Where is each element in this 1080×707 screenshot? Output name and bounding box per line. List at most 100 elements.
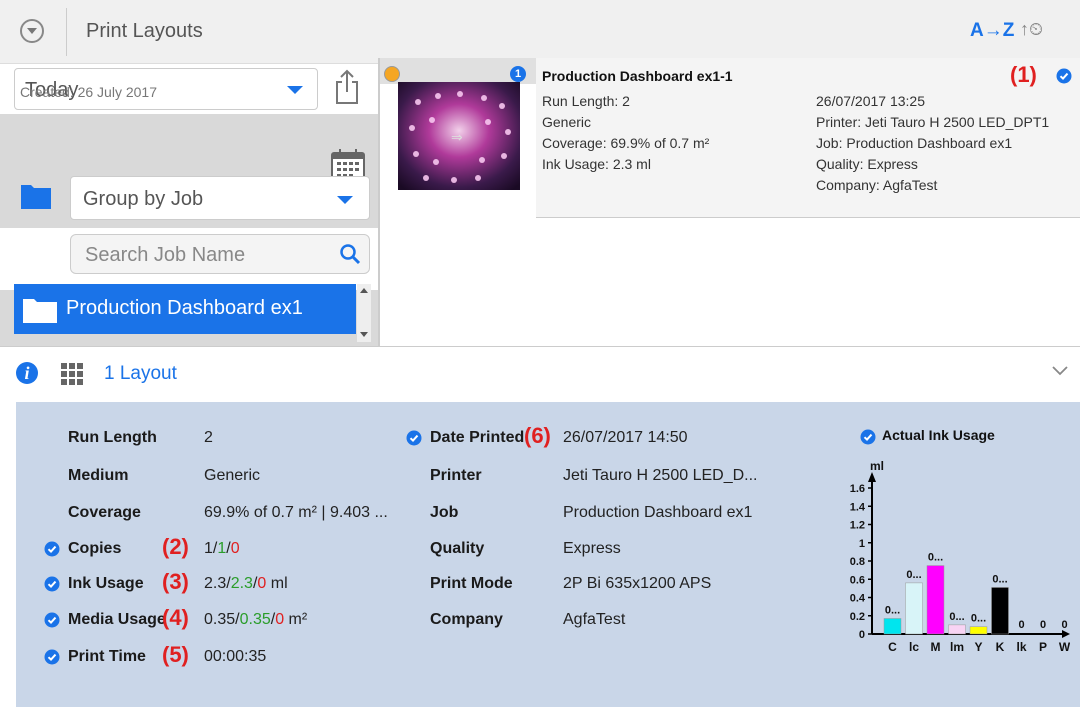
data-label-lm: 0...: [949, 611, 964, 623]
data-label-C: 0...: [885, 604, 900, 616]
print-time-label: Print Time: [68, 648, 146, 665]
x-tick-label-P: P: [1039, 640, 1047, 654]
callout-label: (1): [1010, 62, 1037, 87]
y-tick-label: 0.6: [850, 574, 865, 586]
callout-label: (6): [524, 423, 551, 448]
verified-check-icon: [44, 649, 60, 665]
svg-text:⇒: ⇒: [451, 130, 463, 146]
bar-M: [926, 565, 945, 635]
data-label-W: 0: [1061, 619, 1067, 631]
export-icon[interactable]: [333, 68, 361, 106]
media-usage-value: 0.35/0.35/0 m²: [204, 611, 308, 628]
bar-lm: [948, 624, 966, 635]
y-tick-label: 0.2: [850, 611, 865, 623]
chevron-down-icon: [337, 196, 353, 204]
company-value: AgfaTest: [563, 611, 626, 628]
verified-check-icon: [44, 576, 60, 592]
layout-job: Job: Production Dashboard ex1: [816, 135, 1013, 151]
info-icon[interactable]: i: [16, 362, 38, 384]
medium-value: Generic: [204, 467, 261, 484]
x-tick-label-lc: lc: [909, 640, 919, 654]
print-mode-label: Print Mode: [430, 575, 513, 592]
sort-az-button[interactable]: A→Z: [970, 20, 1014, 42]
data-label-P: 0: [1040, 619, 1046, 631]
ink-usage-chart: ml 0 0.2 0.4 0.6 0.8 1 1.2 1.4 1.6 0... C 0... lc 0...…: [850, 459, 1070, 654]
layout-quality: Quality: Express: [816, 156, 918, 172]
callout-label: (5): [162, 642, 189, 667]
layout-coverage: Coverage: 69.9% of 0.7 m²: [542, 135, 710, 151]
bar-Y: [969, 626, 988, 635]
date-printed-value: 26/07/2017 14:50: [563, 429, 688, 446]
y-tick-label: 1.6: [850, 483, 865, 495]
x-tick-label-Y: Y: [974, 640, 982, 654]
folder-icon: [21, 185, 51, 209]
layout-printer: Printer: Jeti Tauro H 2500 LED_DPT1: [816, 114, 1050, 130]
ink-usage-label: Ink Usage: [68, 575, 144, 592]
group-by-dropdown[interactable]: Group by Job: [70, 176, 370, 220]
group-by-value: Group by Job: [83, 188, 204, 210]
verified-check-icon: [406, 430, 422, 446]
layout-medium: Generic: [542, 114, 592, 130]
coverage-value: 69.9% of 0.7 m² | 9.403 ...: [204, 504, 388, 521]
folder-icon: [23, 299, 57, 323]
x-tick-label-lk: lk: [1016, 640, 1026, 654]
data-label-K: 0...: [992, 573, 1007, 585]
layout-index-badge: 1: [510, 66, 526, 82]
verified-check-icon: [44, 612, 60, 628]
ink-usage-value: 2.3/2.3/0 ml: [204, 575, 288, 592]
header-divider: [66, 8, 67, 56]
job-value: Production Dashboard ex1: [563, 504, 753, 521]
layout-title: Production Dashboard ex1-1: [542, 68, 733, 84]
layout-ink-usage: Ink Usage: 2.3 ml: [542, 156, 651, 172]
print-time-value: 00:00:35: [204, 648, 267, 665]
copies-value: 1/1/0: [204, 540, 240, 557]
x-tick-label-W: W: [1059, 640, 1070, 654]
callout-label: (4): [162, 605, 189, 630]
scroll-up-icon[interactable]: [360, 288, 368, 293]
print-mode-value: 2P Bi 635x1200 APS: [563, 575, 712, 592]
sort-time-button[interactable]: ↑⏲: [1020, 19, 1043, 40]
copies-label: Copies: [68, 540, 122, 557]
search-icon[interactable]: [339, 243, 361, 265]
y-axis-arrow: [868, 472, 876, 482]
y-tick-label: 0.4: [850, 593, 866, 605]
layout-card[interactable]: 1 ⇒ Production Dashboard ex1-1 Run Lengt…: [380, 58, 1080, 218]
data-label-Y: 0...: [971, 613, 986, 625]
list-item-job[interactable]: Production Dashboard ex1: [14, 284, 356, 334]
layout-thumbnail: 1 ⇒: [380, 58, 536, 218]
data-label-M: 0...: [928, 552, 943, 564]
page-title: Print Layouts: [86, 20, 203, 42]
search-input[interactable]: [85, 243, 335, 267]
x-tick-label-K: K: [996, 640, 1005, 654]
scroll-down-icon[interactable]: [360, 332, 368, 337]
app-header: Print Layouts A→Z ↑⏲: [0, 0, 1080, 64]
verified-check-icon: [44, 541, 60, 557]
chevron-down-icon[interactable]: [1052, 364, 1068, 376]
verified-check-icon: [1056, 68, 1072, 84]
y-axis-unit: ml: [870, 459, 884, 473]
job-label: Job: [430, 504, 459, 521]
y-tick-label: 1.4: [850, 501, 866, 513]
y-tick-label: 0: [859, 629, 865, 641]
bar-K: [991, 587, 1009, 635]
run-length-value: 2: [204, 429, 213, 446]
x-tick-label-lm: lm: [950, 640, 964, 654]
y-tick-label: 1: [859, 538, 865, 550]
collapse-toggle-icon[interactable]: [20, 19, 44, 43]
data-label-lk: 0: [1018, 619, 1024, 631]
layout-date: 26/07/2017 13:25: [816, 93, 925, 109]
printer-value: Jeti Tauro H 2500 LED_D...: [563, 467, 758, 484]
callout-label: (3): [162, 569, 189, 594]
job-list-scrollbar[interactable]: [357, 284, 371, 342]
quality-label: Quality: [430, 540, 485, 557]
medium-label: Medium: [68, 467, 129, 484]
x-tick-label-C: C: [888, 640, 897, 654]
data-label-lc: 0...: [906, 569, 921, 581]
job-search: [70, 234, 370, 274]
created-date: Created: 26 July 2017: [20, 84, 157, 100]
date-printed-label: Date Printed: [430, 429, 525, 446]
grid-view-icon[interactable]: [60, 362, 84, 386]
layout-run-length: Run Length: 2: [542, 93, 630, 109]
printer-label: Printer: [430, 467, 482, 484]
chevron-down-icon: [287, 86, 303, 94]
